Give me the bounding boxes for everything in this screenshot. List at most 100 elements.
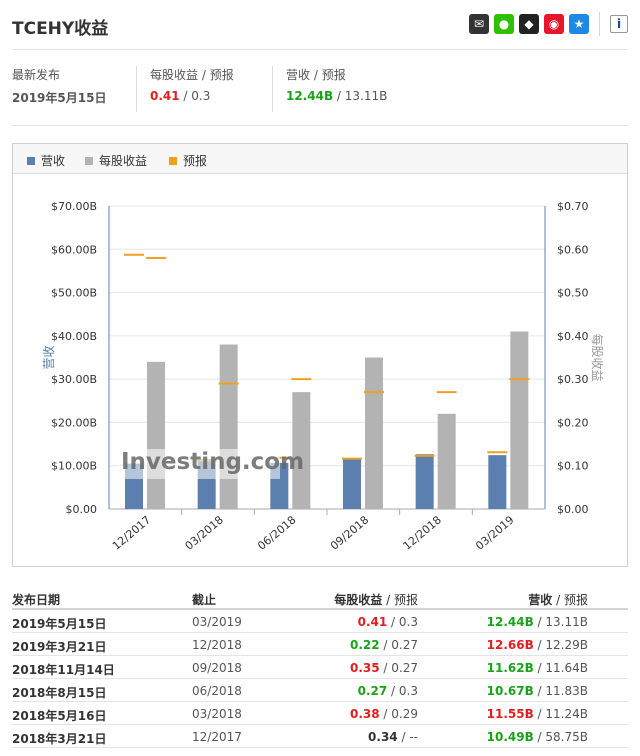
favorite-icon[interactable]: ★ [569, 14, 589, 34]
row-period: 12/2017 [192, 730, 242, 744]
info-icon[interactable]: i [610, 15, 628, 33]
row-eps: 0.22 / 0.27 [350, 638, 418, 652]
row-eps: 0.27 / 0.3 [358, 684, 418, 698]
latest-date: 2019年5月15日 [12, 91, 107, 105]
legend-eps-swatch [85, 156, 93, 165]
y-right-axis-label: 每股收益 [590, 333, 605, 381]
row-revenue-slash: / [533, 615, 546, 629]
email-icon[interactable]: ✉ [469, 14, 489, 34]
y-left-tick-label: $30.00B [51, 373, 97, 386]
y-left-tick-label: $10.00B [51, 460, 97, 473]
row-revenue-forecast: 11.24B [545, 707, 588, 721]
row-eps-forecast: 0.27 [391, 661, 418, 675]
col-revenue-forecast: 预报 [563, 593, 588, 607]
row-eps-slash: / [379, 707, 392, 721]
summary-bar: 最新发布 2019年5月15日 每股收益 / 预报 0.41 / 0.3 营收 … [12, 60, 628, 126]
row-eps-actual: 0.34 [368, 730, 398, 744]
table-row: 2018年3月21日 12/2017 0.34 / -- 10.49B / 58.75… [12, 725, 628, 748]
latest-value: 2019年5月15日 [12, 89, 106, 106]
col-eps[interactable]: 每股收益 / 预报 [334, 591, 418, 608]
y-right-tick-label: $0.20 [557, 416, 589, 429]
latest-label: 最新发布 [12, 68, 61, 82]
row-eps-slash: / [379, 638, 392, 652]
row-eps-forecast: -- [409, 730, 418, 744]
legend-eps[interactable]: 每股收益 [85, 152, 147, 169]
row-revenue-forecast: 11.64B [545, 661, 588, 675]
row-eps-actual: 0.35 [350, 661, 380, 675]
eps-bar [365, 357, 383, 509]
row-eps: 0.41 / 0.3 [358, 615, 418, 629]
y-left-tick-label: $0.00 [66, 503, 98, 516]
y-right-tick-label: $0.70 [557, 200, 589, 213]
revenue-slash: / [333, 89, 345, 103]
row-eps-forecast: 0.3 [398, 615, 418, 629]
row-revenue-slash: / [533, 661, 546, 675]
y-right-tick-label: $0.00 [557, 503, 589, 516]
row-eps-actual: 0.38 [350, 707, 380, 721]
table-row: 2018年11月14日 09/2018 0.35 / 0.27 11.62B / 11… [12, 656, 628, 679]
chart-legend: 营收 每股收益 预报 [13, 144, 627, 174]
revenue-label-slash: / [310, 68, 322, 82]
revenue-bar [488, 455, 507, 509]
row-revenue: 10.67B / 11.83B [487, 684, 588, 698]
table-row: 2019年3月21日 12/2018 0.22 / 0.27 12.66B / 12.… [12, 633, 628, 656]
col-date[interactable]: 发布日期 [12, 591, 60, 608]
row-revenue-forecast: 12.29B [545, 638, 588, 652]
legend-eps-label: 每股收益 [99, 154, 148, 168]
weibo-icon[interactable]: ◉ [544, 14, 564, 34]
y-left-axis-label: 营收 [42, 345, 56, 369]
summary-divider [272, 66, 273, 112]
x-tick-label: 12/2018 [401, 513, 444, 552]
summary-eps: 每股收益 / 预报 0.41 / 0.3 [150, 66, 234, 114]
table-row: 2018年5月16日 03/2018 0.38 / 0.29 11.55B / 11.… [12, 702, 628, 725]
row-date: 2018年11月14日 [12, 663, 115, 677]
eps-bar [510, 331, 529, 509]
revenue-value: 12.44B / 13.11B [286, 89, 387, 103]
eps-bar [437, 413, 456, 509]
row-revenue-actual: 12.66B [486, 638, 534, 652]
row-revenue-forecast: 58.75B [545, 730, 588, 744]
legend-revenue-swatch [27, 156, 35, 165]
page-title: TCEHY收益 [12, 19, 109, 39]
revenue-bar [415, 454, 434, 509]
row-revenue: 12.44B / 13.11B [487, 615, 588, 629]
revenue-actual: 12.44B [286, 89, 334, 103]
summary-divider [136, 66, 137, 112]
legend-revenue[interactable]: 营收 [27, 152, 65, 169]
wechat-icon[interactable]: ● [494, 14, 514, 34]
revenue-label-forecast: 预报 [321, 68, 346, 82]
row-eps: 0.35 / 0.27 [350, 661, 418, 675]
col-eps-forecast: 预报 [393, 593, 418, 607]
y-left-tick-label: $50.00B [51, 287, 97, 300]
qq-icon[interactable]: ◆ [519, 14, 539, 34]
row-revenue-slash: / [533, 707, 546, 721]
legend-revenue-label: 营收 [41, 154, 66, 168]
summary-revenue: 营收 / 预报 12.44B / 13.11B [286, 66, 387, 114]
row-eps: 0.34 / -- [368, 730, 418, 744]
table-body: 2019年5月15日 03/2019 0.41 / 0.3 12.44B / 13.1… [12, 610, 628, 748]
legend-forecast[interactable]: 预报 [169, 152, 207, 169]
col-revenue-slash: / [552, 593, 564, 607]
eps-label-slash: / [198, 68, 210, 82]
summary-latest: 最新发布 2019年5月15日 [12, 66, 106, 114]
row-date: 2019年5月15日 [12, 617, 107, 631]
y-left-tick-label: $40.00B [51, 330, 97, 343]
row-eps-forecast: 0.27 [391, 638, 418, 652]
col-period[interactable]: 截止 [192, 591, 216, 608]
watermark-logo: Investing.com [121, 449, 304, 475]
row-revenue-actual: 10.67B [486, 684, 534, 698]
eps-slash: / [179, 89, 192, 103]
eps-label-text: 每股收益 [150, 68, 199, 82]
revenue-bar [343, 458, 361, 509]
row-revenue: 11.55B / 11.24B [487, 707, 588, 721]
eps-label: 每股收益 / 预报 [150, 66, 234, 83]
row-revenue: 10.49B / 58.75B [487, 730, 588, 744]
x-tick-label: 09/2018 [328, 513, 371, 552]
y-left-tick-label: $70.00B [51, 200, 97, 213]
y-left-tick-label: $60.00B [51, 243, 97, 256]
eps-label-forecast: 预报 [209, 68, 234, 82]
row-revenue: 11.62B / 11.64B [487, 661, 588, 675]
col-revenue[interactable]: 营收 / 预报 [528, 591, 588, 608]
y-right-tick-label: $0.30 [557, 373, 589, 386]
x-tick-label: 12/2017 [110, 513, 153, 552]
